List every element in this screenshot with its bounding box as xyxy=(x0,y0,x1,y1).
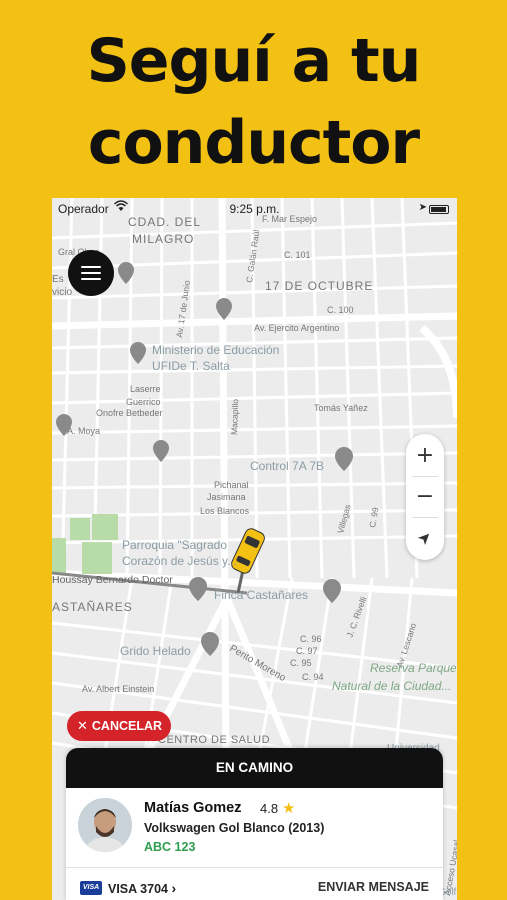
map-label: A. Moya xyxy=(67,426,100,436)
trip-status-title: EN CAMINO xyxy=(66,748,443,788)
battery-icon xyxy=(429,205,449,214)
star-icon: ★ xyxy=(282,799,296,817)
map-label: C. 101 xyxy=(284,250,311,260)
map-label: Corazón de Jesús y... xyxy=(122,554,237,568)
map-label: Av. Albert Einstein xyxy=(82,684,154,694)
driver-rating: 4.8 xyxy=(260,801,279,816)
map-label: MILAGRO xyxy=(132,232,194,246)
location-arrow-icon: ➤ xyxy=(418,202,427,213)
map-label: Es xyxy=(52,274,64,285)
send-message-button[interactable]: ENVIAR MENSAJE xyxy=(318,880,429,894)
driver-card[interactable]: Matías Gomez 4.8 ★ Volkswagen Gol Blanco… xyxy=(66,788,443,866)
zoom-in-button[interactable]: + xyxy=(406,436,444,476)
map-label: Ministerio de Educación xyxy=(152,343,279,357)
map-label: Guerrico xyxy=(126,397,161,407)
driver-avatar xyxy=(78,798,132,852)
map-label: Av. Ejercito Argentino xyxy=(254,323,339,333)
person-icon xyxy=(78,798,132,852)
map-label: Macapillo xyxy=(229,399,240,436)
headline-line-2: conductor xyxy=(87,108,420,178)
status-bar: Operador 9:25 p.m. ➤ xyxy=(52,198,457,220)
map-controls: + − ➤ xyxy=(406,434,444,560)
chevron-right-icon: › xyxy=(171,880,177,896)
map-label: 17 DE OCTUBRE xyxy=(265,279,373,293)
license-plate: ABC 123 xyxy=(144,840,196,854)
hamburger-icon xyxy=(81,278,101,280)
driver-name: Matías Gomez xyxy=(144,800,242,816)
map-label: Control 7A 7B xyxy=(250,459,324,473)
visa-card-icon: VISA xyxy=(80,881,102,895)
map-label: Pichanal xyxy=(214,480,249,490)
map-label: Onofre Betbeder xyxy=(96,408,163,418)
close-icon: ✕ xyxy=(77,718,88,733)
phone-screen: CDAD. DEL MILAGRO F. Mar Espejo Gral Obe… xyxy=(52,198,457,900)
divider xyxy=(66,867,443,868)
map-label: Finca Castañares xyxy=(214,588,308,602)
map-label: Reserva Parque xyxy=(370,661,457,675)
map-label: Houssay Bernardo Doctor xyxy=(52,574,173,586)
map-label: vicio xyxy=(52,287,72,298)
menu-button[interactable] xyxy=(68,250,114,296)
vehicle-description: Volkswagen Gol Blanco (2013) xyxy=(144,821,325,835)
map-label: Laserre xyxy=(130,384,161,394)
clock: 9:25 p.m. xyxy=(229,202,280,216)
map-label: C. 94 xyxy=(302,672,324,682)
payment-label: VISA 3704 xyxy=(108,882,168,896)
map-label: Grido Helado xyxy=(120,644,191,658)
map-label: UFIDe T. Salta xyxy=(152,359,230,373)
map-label: ASTAÑARES xyxy=(52,600,133,614)
map-label: Tomás Yañez xyxy=(314,403,368,413)
map-label: Natural de la Ciudad... xyxy=(332,679,451,693)
map-label: CENTRO DE SALUD xyxy=(158,734,270,746)
headline: Seguí a tu conductor xyxy=(0,20,507,184)
map-label: C. 97 xyxy=(296,646,318,656)
map-label: Jasimana xyxy=(207,492,246,502)
hamburger-icon xyxy=(81,266,101,268)
map-label: Los Blancos xyxy=(200,506,250,516)
map-label: C. 100 xyxy=(327,305,354,315)
map-label: Parroquia "Sagrado xyxy=(122,538,227,552)
cancel-label: CANCELAR xyxy=(91,719,163,733)
trip-sheet: EN CAMINO Matías Gomez 4.8 ★ Volkswagen … xyxy=(66,748,443,900)
hamburger-icon xyxy=(81,272,101,274)
map-label: C. 95 xyxy=(290,658,312,668)
headline-line-1: Seguí a tu xyxy=(86,26,422,96)
map-label: C. 96 xyxy=(300,634,322,644)
cancel-button[interactable]: ✕ CANCELAR xyxy=(67,711,171,741)
